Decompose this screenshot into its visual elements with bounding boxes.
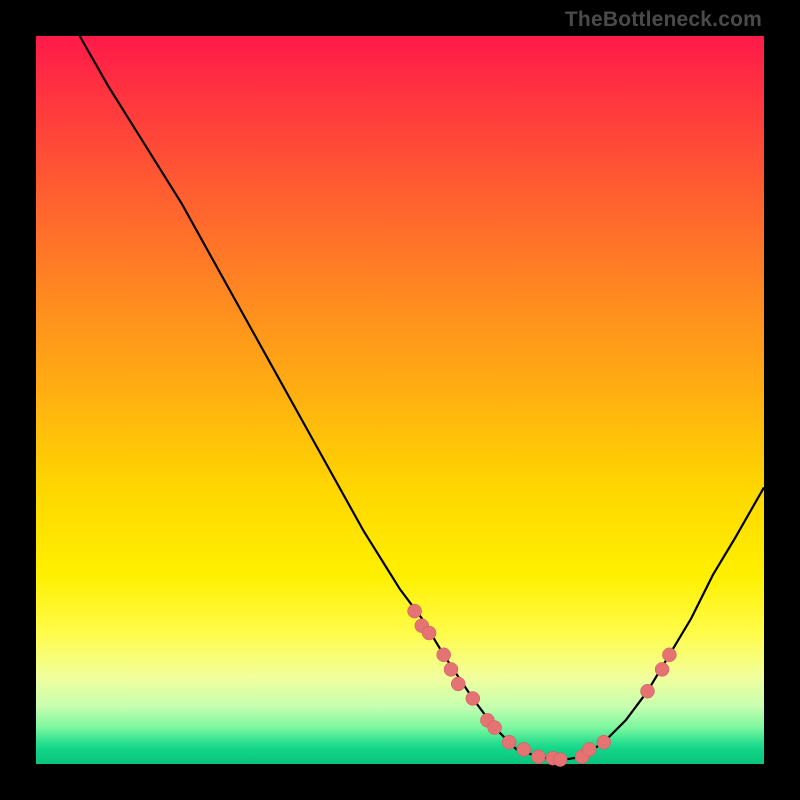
data-marker [502, 735, 516, 749]
data-marker [641, 684, 655, 698]
data-marker [408, 604, 422, 618]
data-marker [422, 626, 436, 640]
data-marker [488, 721, 502, 735]
data-marker [597, 735, 611, 749]
data-marker [655, 662, 669, 676]
bottleneck-curve-svg [36, 36, 764, 764]
data-marker [662, 648, 676, 662]
data-marker [531, 750, 545, 764]
data-marker [444, 662, 458, 676]
attribution-text: TheBottleneck.com [565, 8, 762, 32]
data-marker [451, 677, 465, 691]
data-marker [517, 742, 531, 756]
data-marker [466, 692, 480, 706]
bottleneck-curve [80, 36, 764, 760]
data-marker [553, 753, 567, 767]
data-markers [408, 604, 677, 767]
data-marker [582, 742, 596, 756]
data-marker [437, 648, 451, 662]
plot-area [36, 36, 764, 764]
